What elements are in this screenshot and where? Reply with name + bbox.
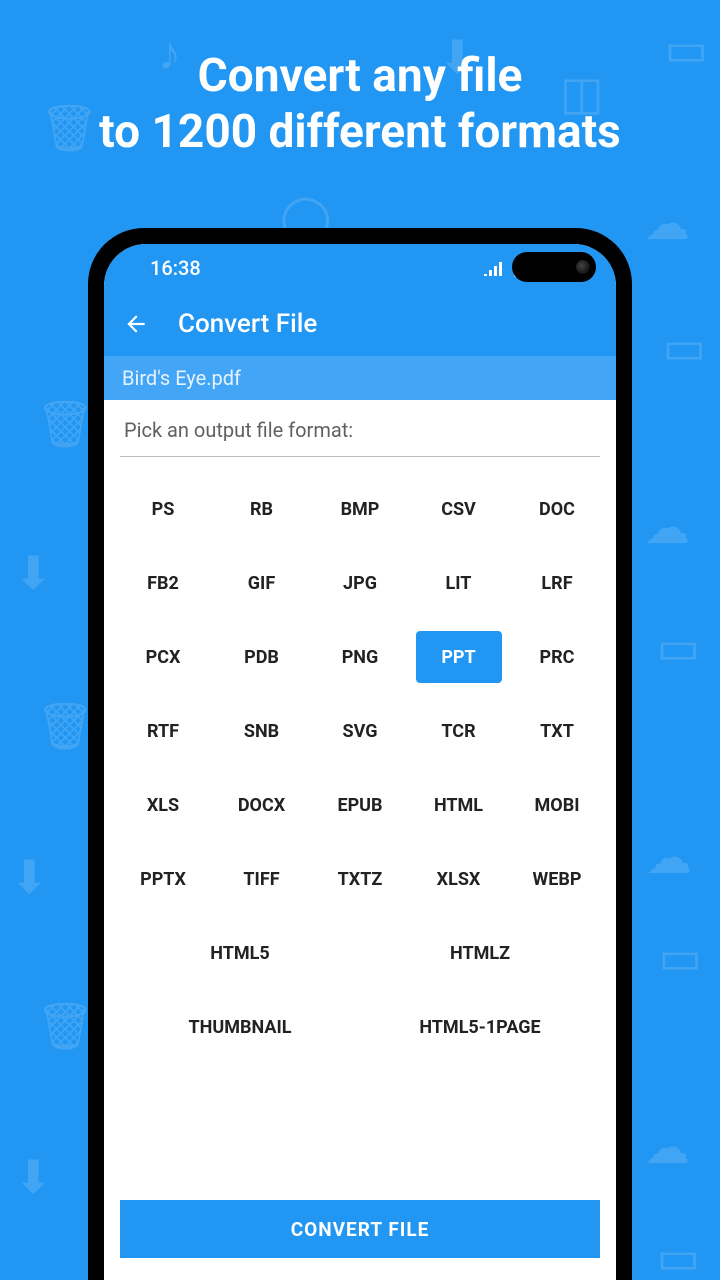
format-option[interactable]: DOC	[514, 483, 600, 535]
app-bar: Convert File	[104, 292, 616, 356]
format-option[interactable]: HTMLZ	[400, 927, 560, 979]
format-option[interactable]: JPG	[317, 557, 403, 609]
phone-screen: 16:38 Convert File Bird's Eye.pdf	[104, 244, 616, 1280]
format-option[interactable]: PNG	[317, 631, 403, 683]
format-option[interactable]: SNB	[219, 705, 305, 757]
convert-button-label: CONVERT FILE	[291, 1218, 430, 1241]
format-option[interactable]: RB	[219, 483, 305, 535]
content-area: Pick an output file format: PS RB BMP CS…	[104, 400, 616, 1280]
picker-field[interactable]: Pick an output file format:	[120, 400, 600, 457]
format-option[interactable]: PS	[120, 483, 206, 535]
appbar-title: Convert File	[178, 309, 317, 339]
format-option[interactable]: WEBP	[514, 853, 600, 905]
format-option[interactable]: MOBI	[514, 779, 600, 831]
format-option[interactable]: FB2	[120, 557, 206, 609]
promo-headline: Convert any file to 1200 different forma…	[0, 0, 720, 160]
back-button[interactable]	[122, 310, 150, 338]
format-option[interactable]: TXTZ	[317, 853, 403, 905]
arrow-left-icon	[123, 311, 149, 337]
picker-label: Pick an output file format:	[124, 418, 353, 442]
format-option[interactable]: RTF	[120, 705, 206, 757]
format-option[interactable]: LRF	[514, 557, 600, 609]
format-option[interactable]: XLS	[120, 779, 206, 831]
format-option[interactable]: PPTX	[120, 853, 206, 905]
format-option[interactable]: TIFF	[219, 853, 305, 905]
format-option[interactable]: GIF	[219, 557, 305, 609]
format-option[interactable]: HTML5-1PAGE	[400, 1001, 560, 1053]
format-option[interactable]: SVG	[317, 705, 403, 757]
format-option[interactable]: THUMBNAIL	[160, 1001, 320, 1053]
format-option[interactable]: PDB	[219, 631, 305, 683]
promo-line1: Convert any file	[0, 48, 720, 104]
format-option[interactable]: HTML5	[160, 927, 320, 979]
format-option[interactable]: BMP	[317, 483, 403, 535]
promo-line2: to 1200 different formats	[0, 104, 720, 160]
format-option-selected[interactable]: PPT	[416, 631, 502, 683]
signal-icon	[484, 260, 504, 276]
convert-file-button[interactable]: CONVERT FILE	[120, 1200, 600, 1258]
format-option[interactable]: TXT	[514, 705, 600, 757]
file-name: Bird's Eye.pdf	[122, 366, 241, 390]
format-option[interactable]: EPUB	[317, 779, 403, 831]
format-option[interactable]: XLSX	[416, 853, 502, 905]
file-name-bar: Bird's Eye.pdf	[104, 356, 616, 400]
format-option[interactable]: HTML	[416, 779, 502, 831]
format-option[interactable]: TCR	[416, 705, 502, 757]
formats-grid: PS RB BMP CSV DOC FB2 GIF JPG LIT LRF	[120, 457, 600, 1053]
camera-cutout	[512, 252, 596, 282]
statusbar-time: 16:38	[150, 256, 201, 280]
phone-frame: 16:38 Convert File Bird's Eye.pdf	[88, 228, 632, 1280]
format-option[interactable]: LIT	[416, 557, 502, 609]
format-option[interactable]: DOCX	[219, 779, 305, 831]
format-option[interactable]: PRC	[514, 631, 600, 683]
format-option[interactable]: PCX	[120, 631, 206, 683]
format-option[interactable]: CSV	[416, 483, 502, 535]
